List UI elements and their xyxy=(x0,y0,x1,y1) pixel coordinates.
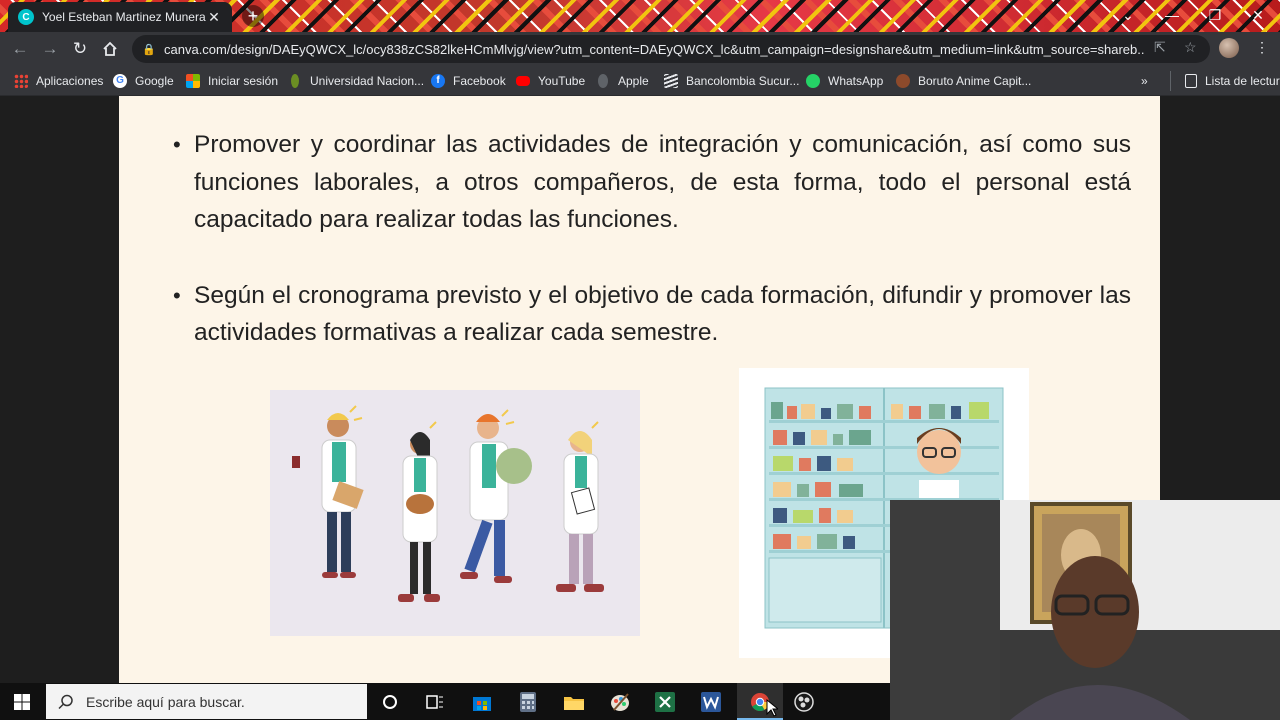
reading-list-button[interactable]: Lista de lectura xyxy=(1170,71,1280,91)
cortana-icon[interactable] xyxy=(376,688,404,716)
back-icon[interactable]: ← xyxy=(8,37,32,61)
bookmark-apple[interactable]: Apple xyxy=(598,71,649,91)
browser-toolbar: ← → ↻ 🔒 canva.com/design/DAEyQWCX_lc/ocy… xyxy=(0,32,1280,66)
close-window-button[interactable]: ✕ xyxy=(1236,0,1280,30)
bookmark-youtube[interactable]: YouTube xyxy=(516,71,585,91)
forward-icon[interactable]: → xyxy=(38,37,62,61)
new-tab-button[interactable]: + xyxy=(242,5,264,27)
bookmarks-bar: Aplicaciones G Google Iniciar sesión Uni… xyxy=(0,66,1280,96)
bookmark-bancolombia[interactable]: Bancolombia Sucur... xyxy=(664,71,799,91)
search-placeholder: Escribe aquí para buscar. xyxy=(86,693,245,710)
whatsapp-icon xyxy=(806,74,820,88)
bullet-item: Según el cronograma previsto y el objeti… xyxy=(173,277,1131,352)
microsoft-icon xyxy=(186,74,200,88)
reading-list-icon xyxy=(1185,74,1197,88)
taskbar-search-box[interactable]: Escribe aquí para buscar. xyxy=(46,684,367,719)
windows-taskbar: Escribe aquí para buscar. xyxy=(0,683,890,720)
word-icon[interactable] xyxy=(697,688,725,716)
webcam-overlay xyxy=(890,500,1280,720)
bookmark-apps[interactable]: Aplicaciones xyxy=(14,71,103,91)
restore-button[interactable]: ❐ xyxy=(1193,0,1237,30)
paint-app-icon[interactable] xyxy=(606,688,634,716)
bookmark-google[interactable]: G Google xyxy=(113,71,174,91)
excel-icon[interactable] xyxy=(651,688,679,716)
microsoft-store-icon[interactable] xyxy=(468,688,496,716)
active-tab[interactable]: C Yoel Esteban Martinez Munera ✕ xyxy=(8,2,232,32)
file-explorer-icon[interactable] xyxy=(560,688,588,716)
search-icon xyxy=(58,694,73,709)
menu-kebab-icon[interactable]: ⋮ xyxy=(1255,39,1269,56)
tab-close-icon[interactable]: ✕ xyxy=(206,9,222,26)
bookmark-universidad[interactable]: Universidad Nacion... xyxy=(288,71,424,91)
boruto-icon xyxy=(896,74,910,88)
bullet-item: Promover y coordinar las actividades de … xyxy=(173,126,1131,239)
google-icon: G xyxy=(113,74,127,88)
pharmacists-illustration xyxy=(270,390,640,636)
minimize-button[interactable]: — xyxy=(1150,0,1194,30)
tab-search-icon[interactable]: ⌄ xyxy=(1106,0,1150,30)
bookmark-star-icon[interactable]: ☆ xyxy=(1184,39,1197,56)
youtube-icon xyxy=(516,76,530,86)
bookmark-whatsapp[interactable]: WhatsApp xyxy=(806,71,883,91)
bookmarks-overflow-icon[interactable]: » xyxy=(1141,71,1148,91)
url-text: canva.com/design/DAEyQWCX_lc/ocy838zCS82… xyxy=(164,41,1144,57)
bullet-list: Promover y coordinar las actividades de … xyxy=(173,126,1131,352)
bookmark-facebook[interactable]: f Facebook xyxy=(431,71,506,91)
share-icon[interactable]: ⇱ xyxy=(1154,39,1166,56)
canva-favicon-icon: C xyxy=(18,9,34,25)
home-icon[interactable] xyxy=(98,37,122,61)
address-bar[interactable]: 🔒 canva.com/design/DAEyQWCX_lc/ocy838zCS… xyxy=(132,35,1210,63)
profile-avatar[interactable] xyxy=(1219,38,1239,58)
bancolombia-icon xyxy=(664,74,678,88)
lock-icon: 🔒 xyxy=(142,43,156,56)
windows-start-button[interactable] xyxy=(0,683,44,720)
bookmark-boruto[interactable]: Boruto Anime Capit... xyxy=(896,71,1031,91)
tab-title: Yoel Esteban Martinez Munera xyxy=(42,10,206,24)
reload-icon[interactable]: ↻ xyxy=(68,37,92,61)
bookmark-iniciar-sesion[interactable]: Iniciar sesión xyxy=(186,71,278,91)
facebook-icon: f xyxy=(431,74,445,88)
university-icon xyxy=(291,74,299,88)
tab-strip: C Yoel Esteban Martinez Munera ✕ + ⌄ — ❐… xyxy=(0,0,1280,32)
calculator-icon[interactable] xyxy=(514,688,542,716)
apps-grid-icon xyxy=(14,74,28,88)
windows-logo-icon xyxy=(14,693,30,710)
apple-icon xyxy=(598,74,608,88)
obs-studio-icon[interactable] xyxy=(790,688,818,716)
mouse-cursor-icon xyxy=(766,699,778,717)
task-view-icon[interactable] xyxy=(421,688,449,716)
